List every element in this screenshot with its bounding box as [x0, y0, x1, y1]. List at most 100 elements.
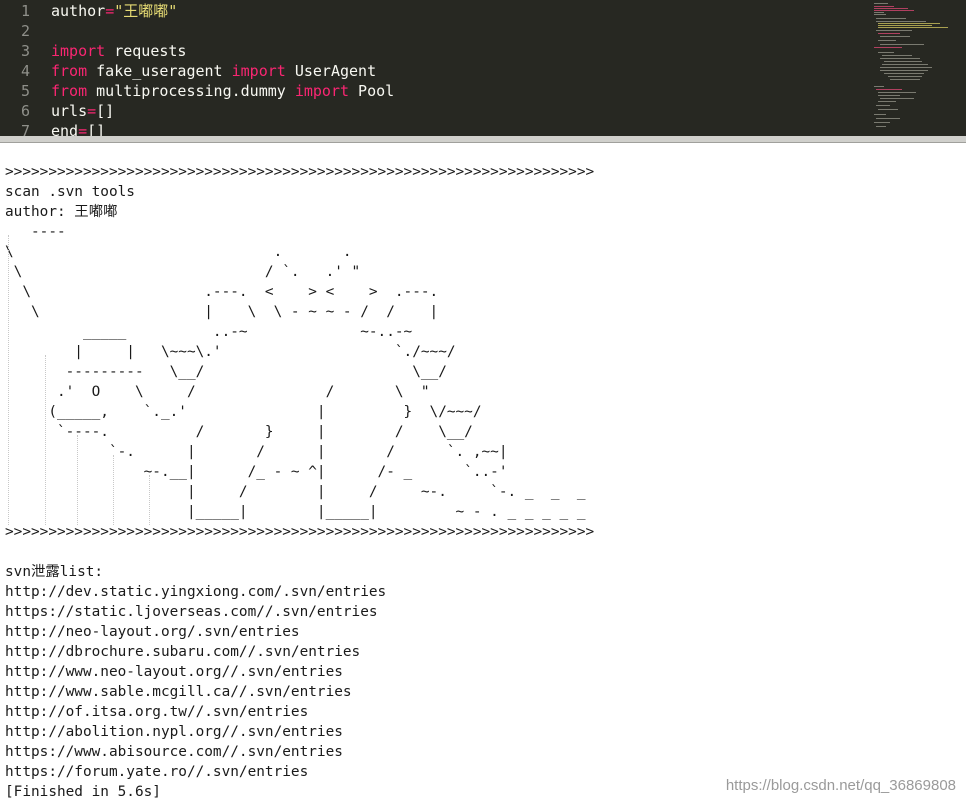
- code-token: =: [105, 2, 115, 20]
- minimap-line: [876, 126, 886, 127]
- leak-url: http://www.sable.mcgill.ca//.svn/entries: [5, 684, 352, 700]
- leak-list-header: svn泄露list:: [5, 564, 104, 580]
- minimap-line: [878, 95, 900, 96]
- code-text: from multiprocessing.dummy import Pool: [51, 81, 394, 101]
- code-token: import: [51, 42, 106, 60]
- minimap-line: [874, 3, 888, 4]
- build-output-panel[interactable]: >>>>>>>>>>>>>>>>>>>>>>>>>>>>>>>>>>>>>>>>…: [0, 143, 966, 806]
- code-text: end=[]: [51, 121, 105, 136]
- minimap-line: [884, 61, 922, 62]
- minimap-line: [880, 44, 924, 45]
- leak-url: http://dbrochure.subaru.com//.svn/entrie…: [5, 644, 361, 660]
- code-line[interactable]: 1 author="王嘟嘟": [0, 1, 870, 21]
- minimap-line: [880, 70, 928, 71]
- code-token: author: [51, 2, 106, 20]
- code-token: UserAgent: [285, 62, 377, 80]
- code-line[interactable]: 2: [0, 21, 870, 41]
- minimap-line: [878, 101, 896, 102]
- minimap-line: [878, 25, 932, 26]
- code-text: import requests: [51, 41, 186, 61]
- line-number: 5: [20, 82, 30, 100]
- minimap-line: [878, 109, 898, 110]
- code-text: author="王嘟嘟": [51, 1, 177, 21]
- minimap-line: [882, 55, 912, 56]
- indent-guide: [8, 235, 9, 525]
- minimap[interactable]: [870, 0, 966, 136]
- minimap-line: [874, 47, 902, 48]
- minimap-line: [874, 6, 894, 7]
- minimap-line: [876, 30, 912, 31]
- minimap-line: [874, 10, 914, 11]
- leak-url: http://of.itsa.org.tw//.svn/entries: [5, 704, 309, 720]
- code-line[interactable]: 4 from fake_useragent import UserAgent: [0, 61, 870, 81]
- line-number: 6: [20, 102, 30, 120]
- code-token: end: [51, 122, 79, 136]
- code-line[interactable]: 5 from multiprocessing.dummy import Pool: [0, 81, 870, 101]
- leak-url: https://www.abisource.com//.svn/entries: [5, 744, 343, 760]
- code-token: "王嘟嘟": [114, 2, 178, 20]
- code-token: from: [51, 82, 88, 100]
- code-token: []: [87, 122, 106, 136]
- code-line[interactable]: 7 end=[]: [0, 121, 870, 136]
- watermark: https://blog.csdn.net/qq_36869808: [725, 777, 956, 794]
- minimap-line: [876, 105, 890, 106]
- finished-status: [Finished in 5.6s]: [5, 784, 161, 800]
- minimap-line: [882, 64, 928, 65]
- minimap-line: [878, 23, 940, 24]
- banner-separator-bottom: >>>>>>>>>>>>>>>>>>>>>>>>>>>>>>>>>>>>>>>>…: [5, 524, 595, 540]
- code-line[interactable]: 6 urls=[]: [0, 101, 870, 121]
- code-token: urls: [51, 102, 88, 120]
- leak-url: http://www.neo-layout.org//.svn/entries: [5, 664, 343, 680]
- code-token: =: [78, 122, 88, 136]
- code-token: multiprocessing.dummy: [87, 82, 295, 100]
- minimap-line: [874, 8, 908, 9]
- line-number: 1: [20, 2, 30, 20]
- code-text: urls=[]: [51, 101, 114, 121]
- minimap-line: [880, 58, 920, 59]
- indent-guide: [77, 435, 78, 525]
- minimap-line: [878, 92, 916, 93]
- minimap-line: [874, 12, 884, 13]
- minimap-line: [876, 118, 900, 119]
- minimap-line: [880, 98, 914, 99]
- code-token: =: [87, 102, 97, 120]
- minimap-line: [876, 21, 926, 22]
- leak-url: https://forum.yate.ro//.svn/entries: [5, 764, 309, 780]
- minimap-line: [878, 27, 948, 28]
- line-number: 7: [20, 122, 30, 136]
- minimap-line: [874, 114, 886, 115]
- indent-guide: [45, 355, 46, 525]
- minimap-line: [874, 86, 884, 87]
- leak-url: http://abolition.nypl.org//.svn/entries: [5, 724, 343, 740]
- leak-url: http://dev.static.yingxiong.com/.svn/ent…: [5, 584, 387, 600]
- code-token: import: [231, 62, 286, 80]
- minimap-line: [878, 40, 896, 41]
- minimap-line: [874, 122, 890, 123]
- minimap-line: [878, 33, 900, 34]
- code-token: from: [51, 62, 88, 80]
- pane-splitter[interactable]: [0, 136, 966, 143]
- leak-url: http://neo-layout.org/.svn/entries: [5, 624, 300, 640]
- code-editor[interactable]: 1 author="王嘟嘟" 2 3 import requests 4 from fake…: [0, 0, 966, 136]
- banner-author: author: 王嘟嘟: [5, 204, 118, 220]
- minimap-line: [888, 76, 922, 77]
- line-number: 2: [20, 22, 30, 40]
- minimap-line: [878, 52, 894, 53]
- indent-guide: [149, 475, 150, 525]
- ascii-art-stegosaurus: ---- \ . . \ / `. .' " \ .---. < > < > .…: [5, 224, 586, 520]
- minimap-line: [876, 18, 906, 19]
- minimap-line: [874, 14, 886, 15]
- indent-guide: [113, 455, 114, 525]
- code-text: from fake_useragent import UserAgent: [51, 61, 376, 81]
- code-token: requests: [105, 42, 187, 60]
- minimap-line: [876, 89, 902, 90]
- leak-url-list: http://dev.static.yingxiong.com/.svn/ent…: [5, 584, 386, 780]
- code-token: []: [96, 102, 115, 120]
- line-number: 3: [20, 42, 30, 60]
- leak-url: https://static.ljoverseas.com//.svn/entr…: [5, 604, 378, 620]
- build-output-text: >>>>>>>>>>>>>>>>>>>>>>>>>>>>>>>>>>>>>>>>…: [5, 162, 594, 802]
- minimap-line: [880, 67, 932, 68]
- minimap-line: [880, 36, 910, 37]
- code-line[interactable]: 3 import requests: [0, 41, 870, 61]
- code-token: Pool: [349, 82, 395, 100]
